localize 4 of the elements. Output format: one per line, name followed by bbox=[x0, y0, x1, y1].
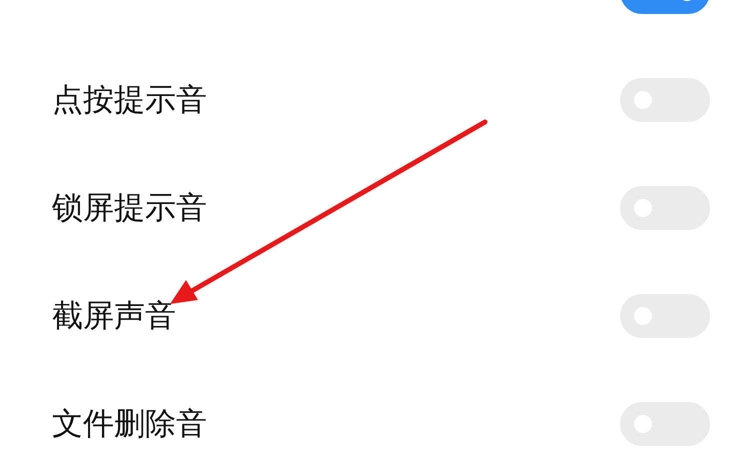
setting-label: 点按提示音 bbox=[52, 81, 207, 120]
setting-label: 文件删除音 bbox=[52, 405, 207, 444]
setting-label: 锁屏提示音 bbox=[52, 189, 207, 228]
setting-label: 截屏声音 bbox=[52, 297, 176, 336]
